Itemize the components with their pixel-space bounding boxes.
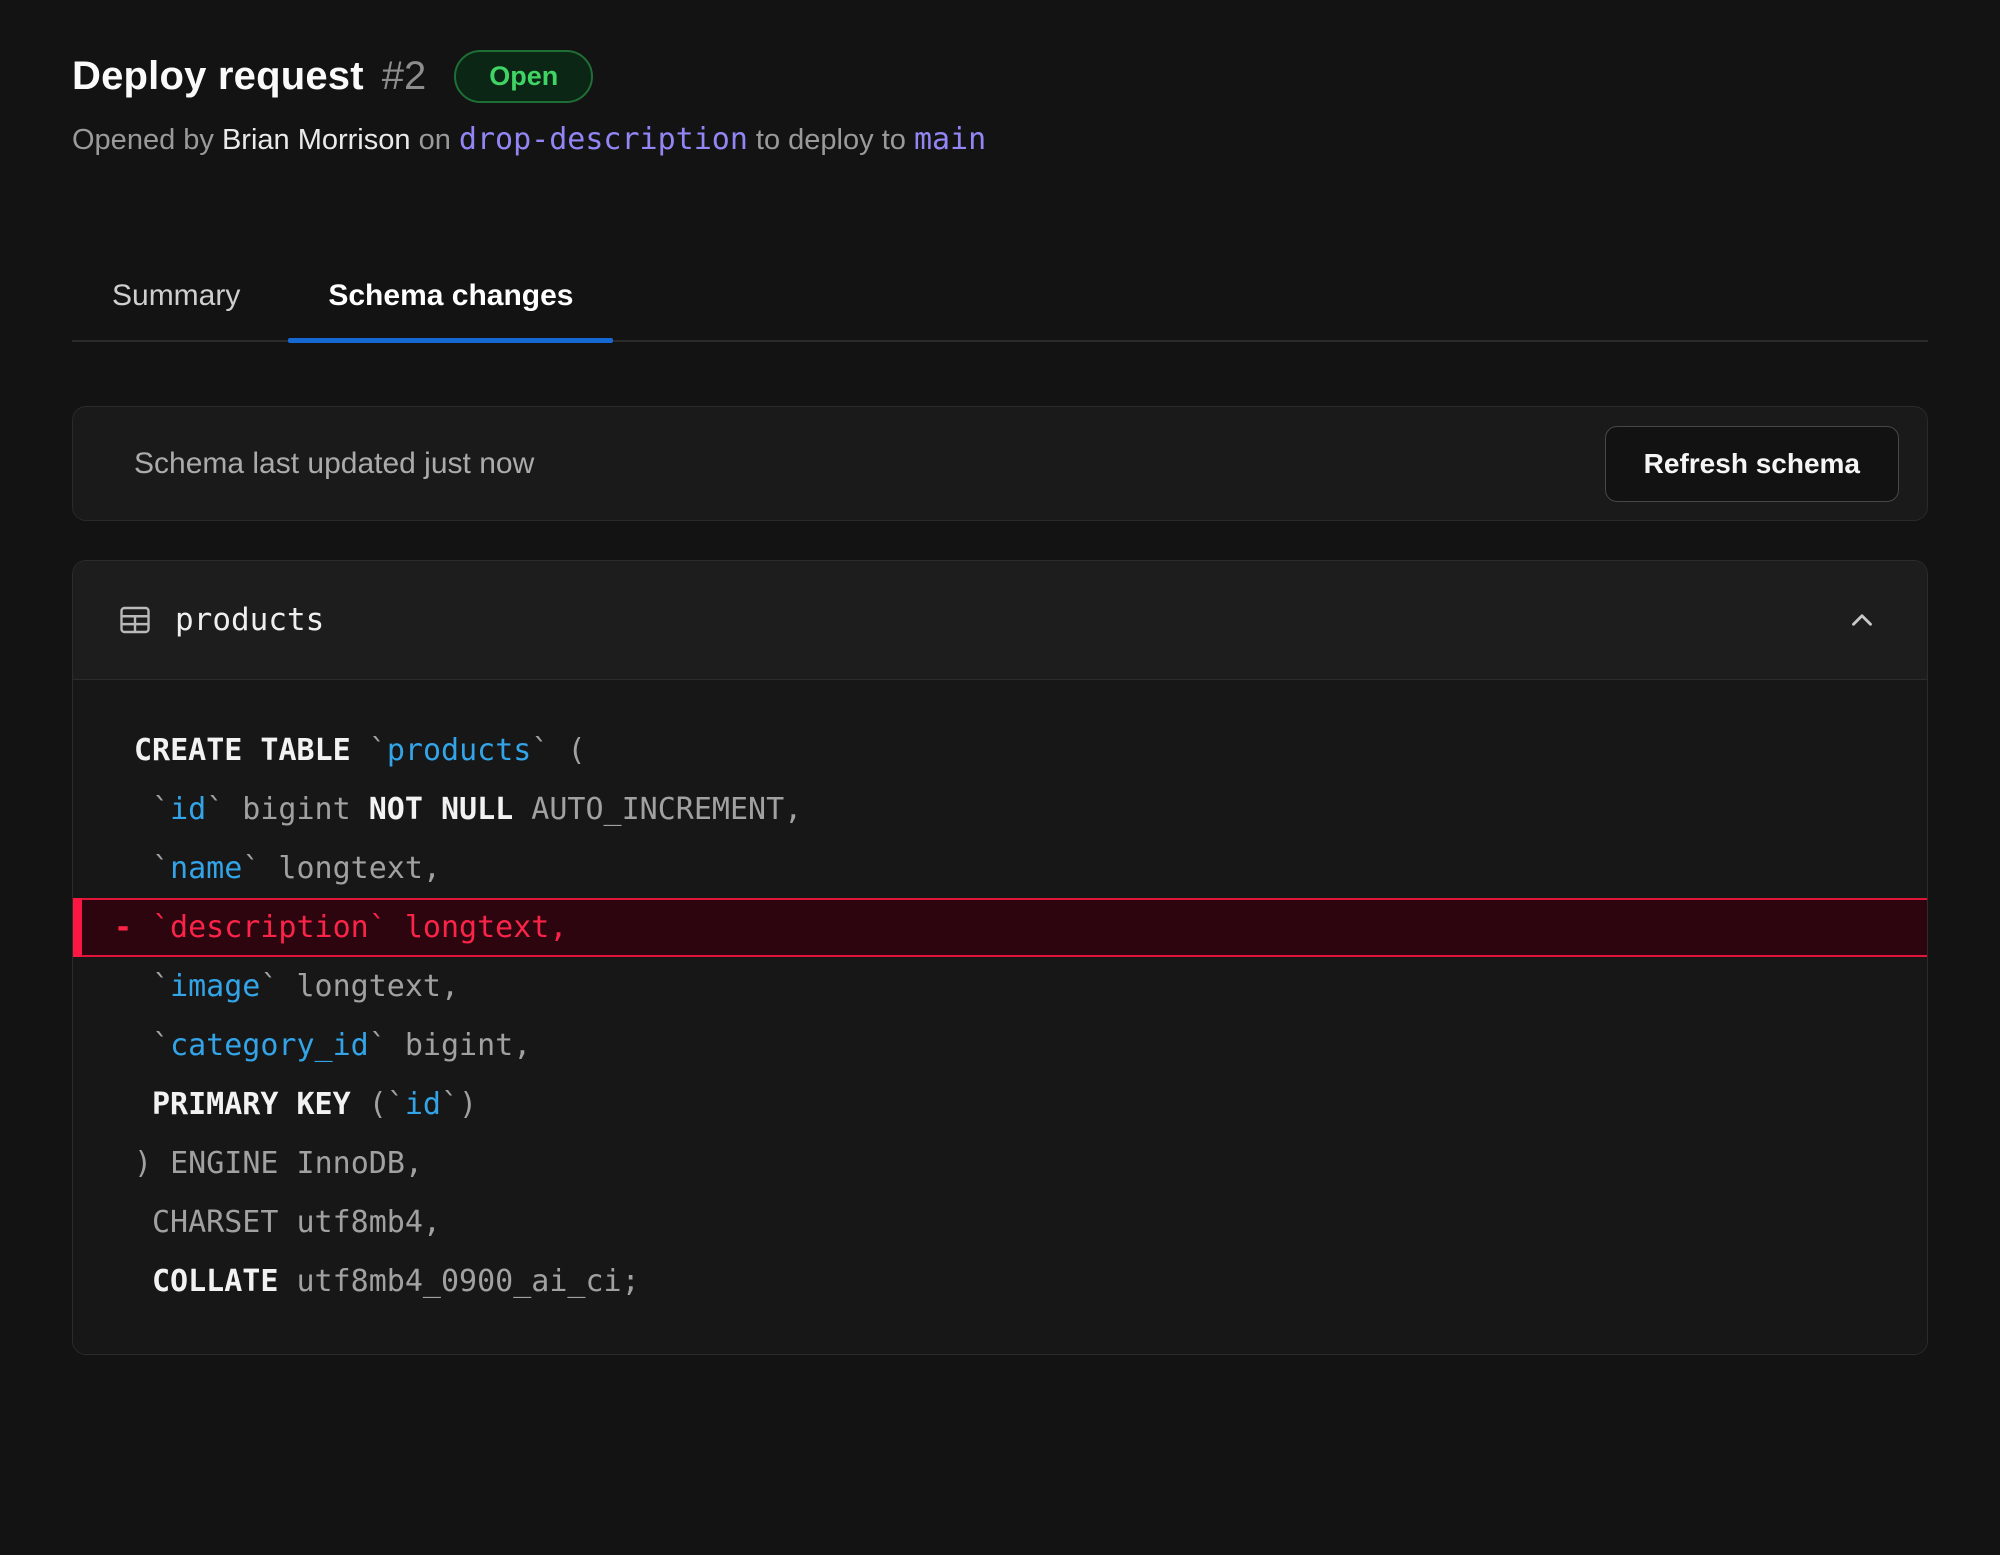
status-badge: Open [454,50,593,103]
code-line: `id` bigint NOT NULL AUTO_INCREMENT, [73,780,1927,839]
code-line: COLLATE utf8mb4_0900_ai_ci; [73,1252,1927,1311]
diff-gutter [114,1252,134,1311]
subtitle-middle: to deploy to [748,124,914,156]
diff-gutter [114,780,134,839]
code-line: ) ENGINE InnoDB, [73,1134,1927,1193]
diff-gutter [114,957,134,1016]
code-text: `name` longtext, [134,839,441,898]
code-text: CHARSET utf8mb4, [134,1193,441,1252]
diff-gutter [114,721,134,780]
tab-schema-changes[interactable]: Schema changes [288,279,613,340]
source-branch[interactable]: drop-description [459,122,748,157]
deploy-request-subtitle: Opened by Brian Morrison on drop-descrip… [72,119,1928,161]
table-icon [117,602,153,638]
code-text: `category_id` bigint, [134,1016,531,1075]
code-line: `image` longtext, [73,957,1927,1016]
subtitle-prefix: Opened by [72,124,222,156]
code-line: `category_id` bigint, [73,1016,1927,1075]
code-text: `image` longtext, [134,957,459,1016]
diff-gutter [114,1075,134,1134]
code-text: COLLATE utf8mb4_0900_ai_ci; [134,1252,640,1311]
deploy-request-number: #2 [382,54,427,99]
code-line: CHARSET utf8mb4, [73,1193,1927,1252]
diff-gutter [114,1134,134,1193]
diff-gutter [114,1016,134,1075]
table-schema-panel: products CREATE TABLE `products` (`id` b… [72,560,1928,1355]
page-title: Deploy request [72,54,364,99]
tab-summary[interactable]: Summary [72,279,280,340]
diff-gutter [114,1193,134,1252]
code-line-removed: -`description` longtext, [73,898,1927,957]
table-panel-header[interactable]: products [73,561,1927,680]
code-text: CREATE TABLE `products` ( [134,721,586,780]
code-line: PRIMARY KEY (`id`) [73,1075,1927,1134]
diff-gutter: - [114,900,134,955]
target-branch[interactable]: main [914,122,986,157]
page-header: Deploy request #2 Open [72,50,1928,103]
code-text: `id` bigint NOT NULL AUTO_INCREMENT, [134,780,802,839]
code-text: PRIMARY KEY (`id`) [134,1075,477,1134]
refresh-schema-button[interactable]: Refresh schema [1605,426,1899,502]
code-text: ) ENGINE InnoDB, [134,1134,423,1193]
schema-status-bar: Schema last updated just now Refresh sch… [72,406,1928,521]
code-line: CREATE TABLE `products` ( [73,721,1927,780]
table-name: products [175,602,324,638]
schema-status-text: Schema last updated just now [134,447,534,481]
tab-bar: Summary Schema changes [72,279,1928,342]
diff-gutter [114,839,134,898]
deploy-request-page: Deploy request #2 Open Opened by Brian M… [0,50,2000,1355]
sql-code: CREATE TABLE `products` (`id` bigint NOT… [73,680,1927,1354]
subtitle-on: on [411,124,459,156]
chevron-up-icon[interactable] [1845,603,1879,637]
author-name: Brian Morrison [222,124,411,156]
code-line: `name` longtext, [73,839,1927,898]
code-text: `description` longtext, [134,900,567,955]
